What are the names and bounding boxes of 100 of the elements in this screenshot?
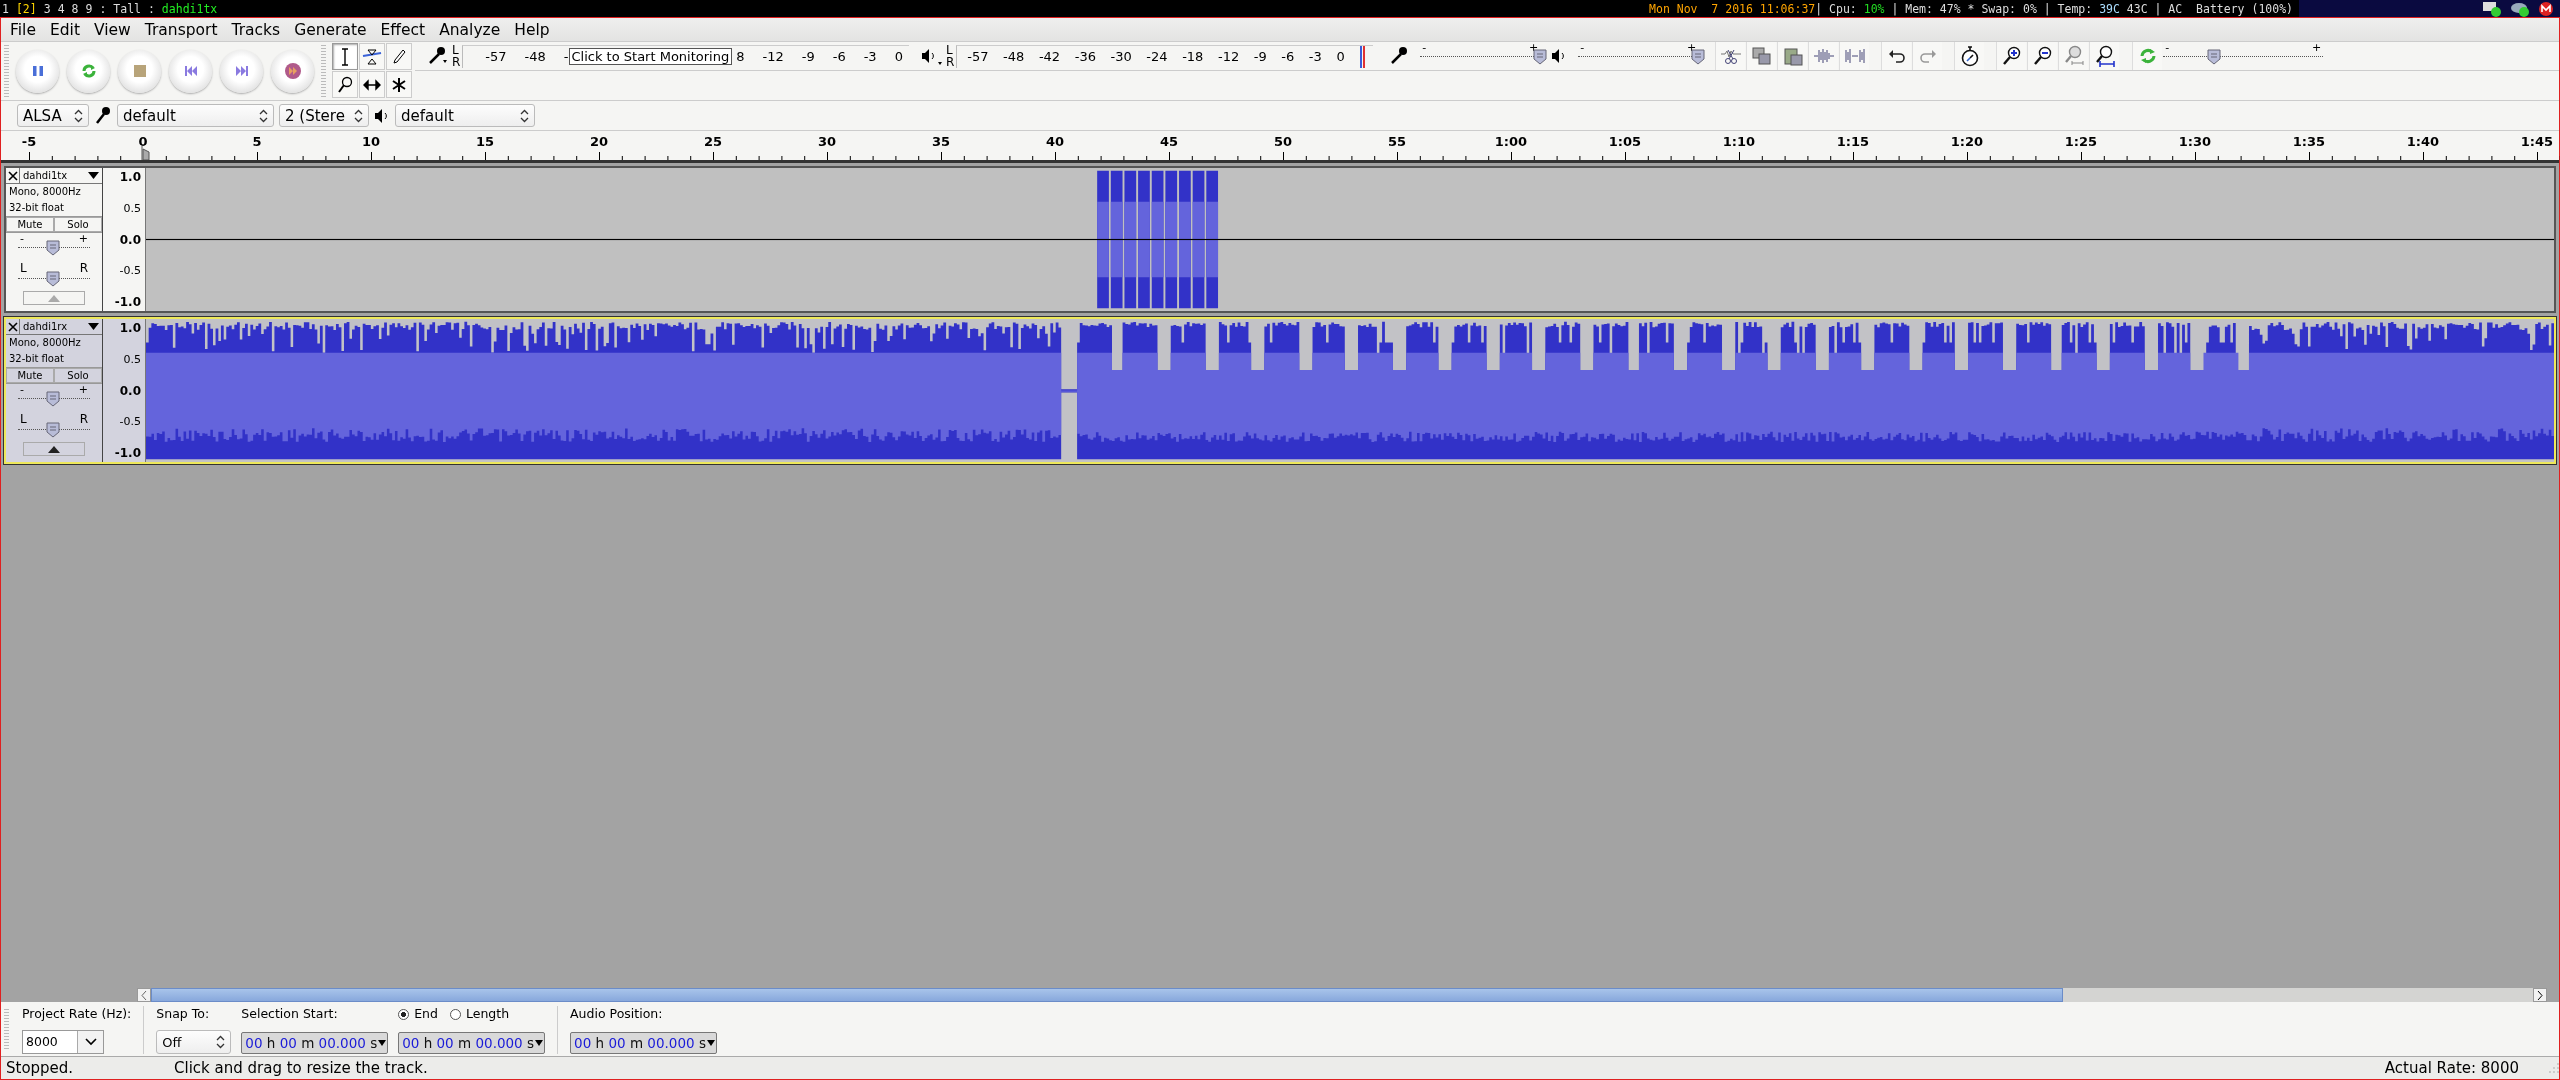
slider-thumb[interactable] (45, 271, 60, 287)
mail-icon[interactable] (2538, 0, 2554, 17)
slider-max-label: R (79, 262, 88, 274)
close-track-button[interactable] (6, 168, 20, 183)
timeshift-tool-button[interactable] (359, 71, 385, 98)
snap-to-label: Snap To: (156, 1006, 211, 1022)
skip-start-button[interactable] (169, 49, 212, 93)
draw-tool-button[interactable] (386, 43, 412, 70)
slider-thumb[interactable] (45, 391, 60, 407)
track-menu-button[interactable]: dahdi1rx (20, 319, 102, 334)
audio-track[interactable]: dahdi1tx Mono, 8000Hz 32-bit float Mute Solo - + L R 1.0 0.5 0.0 -0.5 -1.0 (4, 166, 2556, 313)
end-mode-radio[interactable]: Length (449, 1006, 510, 1022)
chat-icon[interactable] (2482, 0, 2502, 17)
cloud-check-icon[interactable] (2510, 0, 2530, 17)
meter-tick-label: -24 (1146, 49, 1168, 64)
menu-item[interactable]: Effect (373, 20, 433, 39)
slider-thumb[interactable] (45, 240, 60, 256)
multi-tool-button[interactable] (386, 71, 412, 98)
scroll-right-button[interactable] (2533, 988, 2547, 1002)
workspace-label[interactable]: [2] (15, 1, 37, 16)
menu-item[interactable]: Analyze (432, 20, 508, 39)
slider-thumb[interactable] (2207, 49, 2222, 65)
ruler-label: 0 (137, 134, 149, 149)
pause-button[interactable] (16, 49, 59, 93)
selection-end-field[interactable]: 00 h 00 m 00.000 s (398, 1032, 546, 1054)
solo-button[interactable]: Solo (54, 217, 102, 232)
meter-tick-label: 0 (894, 49, 903, 64)
zoom-tool-button[interactable] (332, 71, 358, 98)
input-device-select[interactable]: default (117, 104, 274, 127)
menu-item[interactable]: Tracks (224, 20, 288, 39)
playhead-marker-icon[interactable] (141, 146, 151, 160)
solo-button[interactable]: Solo (54, 368, 102, 383)
record-button[interactable] (271, 49, 314, 93)
zoom-fit-icon (2062, 45, 2085, 67)
meter-tick-label: -36 (1074, 49, 1096, 64)
slider-min-label: - (1580, 43, 1585, 52)
meter-tick-label: -9 (1253, 49, 1267, 64)
tooltip: Click to Start Monitoring (568, 48, 733, 65)
envelope-tool-button[interactable] (359, 43, 385, 70)
workspace-label[interactable]: 8 (71, 1, 79, 16)
channel-label: R (945, 56, 955, 68)
scrollbar-thumb[interactable] (151, 988, 2063, 1002)
menu-item[interactable]: View (86, 20, 138, 39)
recording-meter[interactable]: L R -57 -48 - Click to Start Monitoring 8 -12 -9 -6 -3 0 (426, 43, 909, 69)
skip-end-button[interactable] (220, 49, 263, 93)
track-menu-button[interactable]: dahdi1tx (20, 168, 102, 183)
status-message: Click and drag to resize the track. (174, 1059, 429, 1077)
slider-min-label: - (2165, 43, 2170, 52)
selection-tool-button[interactable] (332, 43, 358, 70)
chevron-down-icon (84, 1038, 97, 1046)
workspace-label[interactable]: 9 (85, 1, 93, 16)
track-info: Mono, 8000Hz (8, 336, 82, 350)
workspace-label[interactable]: 4 (57, 1, 65, 16)
slider-thumb[interactable] (45, 422, 60, 438)
dropdown-arrow-icon (535, 1040, 544, 1046)
layout-label: : Tall : (99, 1, 155, 16)
mute-button[interactable]: Mute (6, 368, 54, 383)
mute-button[interactable]: Mute (6, 217, 54, 232)
menu-item[interactable]: Edit (42, 20, 87, 39)
selection-start-field[interactable]: 00 h 00 m 00.000 s (241, 1032, 389, 1054)
stopwatch-icon (1959, 45, 1980, 67)
stop-button[interactable] (118, 49, 161, 93)
close-track-button[interactable] (6, 319, 20, 334)
menu-item[interactable]: File (3, 20, 43, 39)
playback-meter[interactable]: L R -57 -48 -42 -36 -30 -24 -18 -12 -9 -6 -3 0 (919, 43, 1374, 69)
slider-thumb[interactable] (1533, 49, 1548, 65)
snap-to-select[interactable]: Off (156, 1030, 232, 1054)
zoom-out-icon (2032, 46, 2053, 66)
skip-start-icon (182, 63, 199, 79)
resize-grip-icon[interactable] (2549, 1063, 2559, 1073)
slider-thumb[interactable] (1691, 49, 1706, 65)
workspace-label[interactable]: 3 (43, 1, 51, 16)
slider-max-label: + (1687, 43, 1697, 52)
audio-track[interactable]: dahdi1rx Mono, 8000Hz 32-bit float Mute Solo - + L R 1.0 0.5 0.0 -0.5 -1.0 (4, 317, 2556, 464)
audio-position-field[interactable]: 00 h 00 m 00.000 s (570, 1032, 717, 1054)
amplitude-label: -1.0 (114, 446, 141, 460)
menu-item[interactable]: Help (507, 20, 557, 39)
envelope-icon (362, 47, 382, 66)
output-device-select[interactable]: default (395, 104, 535, 127)
end-mode-radio[interactable]: End (398, 1006, 438, 1022)
slider-max-label: R (79, 413, 88, 425)
ruler-label: 1:10 (1721, 134, 1757, 149)
play-button[interactable] (67, 49, 110, 93)
project-rate-combo[interactable]: 8000 (22, 1030, 104, 1054)
channels-select[interactable]: 2 (Stere (279, 104, 369, 127)
audio-host-select[interactable]: ALSA (17, 104, 89, 127)
slider-min-label: L (20, 262, 27, 274)
actual-rate-text: Actual Rate: 8000 (2384, 1059, 2520, 1077)
workspace-label[interactable]: 1 (2, 1, 9, 16)
menu-item[interactable]: Transport (137, 20, 225, 39)
amplitude-label: 1.0 (119, 321, 141, 335)
meter-tick-label: -9 (801, 49, 815, 64)
ruler-label: 1:40 (2405, 134, 2441, 149)
ruler-label: 40 (1044, 134, 1066, 149)
collapse-track-button[interactable] (23, 291, 85, 305)
scroll-left-button[interactable] (137, 988, 151, 1002)
collapse-track-button[interactable] (23, 442, 85, 456)
menu-item[interactable]: Generate (287, 20, 374, 39)
ruler-label: 1:25 (2063, 134, 2099, 149)
record-icon (283, 62, 302, 80)
